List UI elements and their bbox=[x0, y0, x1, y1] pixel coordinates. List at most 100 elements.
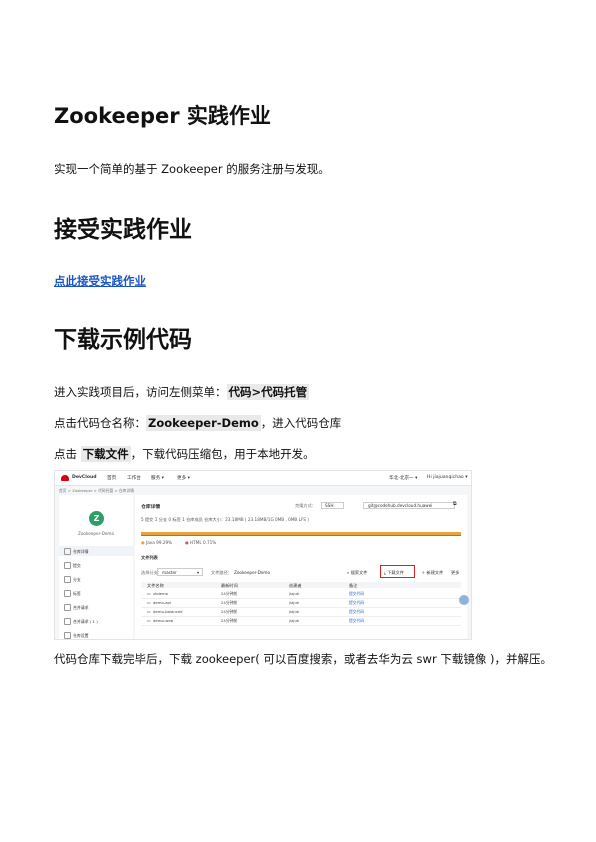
file-time: 24分钟前 bbox=[221, 591, 238, 596]
file-creator: jiajuh bbox=[289, 591, 300, 596]
sidebar-item-label: 合并请求 ( 1 ) bbox=[73, 619, 98, 624]
language-html-label: HTML 0.71% bbox=[190, 540, 217, 545]
step-2-highlight: Zookeeper-Demo bbox=[146, 415, 261, 431]
branch-icon bbox=[64, 576, 71, 583]
step-1-text: 进入实践项目后，访问左侧菜单： bbox=[54, 385, 227, 399]
screenshot-main: 仓库详情 克隆方式： SSH git@codehub.devcloud.huaw… bbox=[135, 495, 467, 639]
file-note[interactable]: 提交代码 bbox=[349, 600, 364, 606]
huawei-logo-icon bbox=[61, 475, 69, 481]
branch-value: master bbox=[162, 570, 177, 575]
download-file-label: 下载文件 bbox=[387, 570, 404, 575]
accept-assignment-link[interactable]: 点此接受实践作业 bbox=[54, 273, 146, 289]
commit-icon bbox=[64, 562, 71, 569]
clone-label: 克隆方式： bbox=[295, 503, 316, 508]
more-button[interactable]: 更多 bbox=[451, 570, 459, 576]
file-creator: jiajuh bbox=[289, 609, 300, 614]
clone-url-input[interactable]: git@codehub.devcloud.huawei bbox=[363, 502, 455, 509]
nav-item-workbench[interactable]: 工作台 bbox=[127, 475, 141, 481]
table-row[interactable]: ▭ demo-web 24分钟前 jiajuh 提交代码 bbox=[141, 616, 461, 626]
sidebar-item-tags[interactable]: 标签 bbox=[64, 590, 81, 597]
merge-icon bbox=[64, 604, 71, 611]
file-list-title: 文件列表 bbox=[141, 555, 158, 560]
breadcrumb: 首页 > Zookeeper > 代码托管 > 仓库详情 bbox=[59, 488, 135, 493]
download-heading: 下载示例代码 bbox=[54, 327, 192, 353]
file-note[interactable]: 提交代码 bbox=[349, 618, 364, 624]
tag-icon bbox=[64, 590, 71, 597]
step-1-paragraph: 进入实践项目后，访问左侧菜单： 代码>代码托管 bbox=[54, 384, 310, 400]
new-file-button[interactable]: ＋ 新建文件 bbox=[421, 570, 443, 576]
folder-icon: ▭ bbox=[147, 609, 151, 614]
file-name[interactable]: demo-web bbox=[153, 618, 173, 623]
sidebar-item-label: 提交 bbox=[73, 563, 81, 568]
download-file-button[interactable]: ⤓ 下载文件 bbox=[384, 570, 404, 576]
nav-item-more[interactable]: 更多 ▾ bbox=[177, 475, 190, 481]
sidebar-item-settings[interactable]: 仓库设置 bbox=[64, 632, 89, 639]
file-note[interactable]: 提交代码 bbox=[349, 591, 364, 597]
devcloud-screenshot: DevCloud 首页 工作台 服务 ▾ 更多 ▾ 华北-北京一 ▾ Hi ji… bbox=[54, 470, 472, 640]
screenshot-topbar: DevCloud 首页 工作台 服务 ▾ 更多 ▾ 华北-北京一 ▾ Hi ji… bbox=[55, 471, 471, 486]
folder-icon: ▭ bbox=[147, 591, 151, 596]
sidebar-item-label: 合并请求 bbox=[73, 605, 89, 610]
chevron-down-icon: ▾ bbox=[197, 570, 200, 575]
sidebar-item-repo-detail[interactable]: 仓库详情 bbox=[64, 548, 89, 555]
document-page: Zookeeper 实践作业 实现一个简单的基于 Zookeeper 的服务注册… bbox=[0, 0, 596, 842]
search-icon: ⌕ bbox=[347, 570, 350, 575]
file-creator: jiajuh bbox=[289, 600, 300, 605]
step-2-paragraph: 点击代码仓名称： Zookeeper-Demo ，进入代码仓库 bbox=[54, 415, 341, 431]
main-title: 仓库详情 bbox=[141, 505, 161, 510]
folder-icon: ▭ bbox=[147, 600, 151, 605]
merge-request-icon bbox=[64, 618, 71, 625]
step-3-highlight: 下载文件 bbox=[80, 446, 131, 462]
file-time: 24分钟前 bbox=[221, 600, 238, 605]
nav-item-home[interactable]: 首页 bbox=[107, 475, 116, 481]
copy-icon[interactable]: ⧉ bbox=[453, 501, 457, 507]
brand-label: DevCloud bbox=[72, 475, 97, 480]
sidebar-item-branches[interactable]: 分支 bbox=[64, 576, 81, 583]
step-3-paragraph: 点击 下载文件 ，下载代码压缩包，用于本地开发。 bbox=[54, 446, 315, 462]
sidebar-item-commits[interactable]: 提交 bbox=[64, 562, 81, 569]
download-icon: ⤓ bbox=[384, 570, 386, 575]
file-name[interactable]: demo-balanced bbox=[153, 609, 183, 614]
language-bar-html bbox=[141, 535, 461, 536]
step-3-text: 点击 bbox=[54, 447, 81, 461]
file-name[interactable]: demo-api bbox=[153, 600, 171, 605]
step-3-after: ，下载代码压缩包，用于本地开发。 bbox=[130, 447, 315, 461]
new-file-label: 新建文件 bbox=[426, 570, 444, 575]
file-time: 24分钟前 bbox=[221, 609, 238, 614]
user-menu[interactable]: Hi jiajuanqichao ▾ bbox=[427, 475, 468, 480]
step-4-paragraph: 代码仓库下载完毕后，下载 zookeeper( 可以百度搜索，或者去华为云 sw… bbox=[54, 652, 552, 666]
language-java: ● Java 99.29% bbox=[141, 540, 173, 545]
repo-stats: 5 提交 1 分支 0 标签 1 仓库成员 仓库大小：23.18MB ( 23.… bbox=[141, 517, 309, 522]
table-header: 文件名称 最新时间 创建者 备注 bbox=[141, 582, 461, 588]
repo-avatar: Z bbox=[89, 511, 104, 526]
path-value: Zookeeper-Demo bbox=[234, 570, 271, 575]
branch-select[interactable]: master ▾ bbox=[157, 568, 203, 576]
step-2-after: ，进入代码仓库 bbox=[260, 416, 342, 430]
folder-icon: ▭ bbox=[147, 618, 151, 623]
nav-item-services[interactable]: 服务 ▾ bbox=[151, 475, 164, 481]
gear-icon bbox=[64, 632, 71, 639]
accept-heading: 接受实践作业 bbox=[54, 217, 192, 243]
region-selector[interactable]: 华北-北京一 ▾ bbox=[389, 475, 417, 481]
sidebar-item-label: 仓库设置 bbox=[73, 633, 89, 638]
file-creator: jiajuh bbox=[289, 618, 300, 623]
sidebar-item-merge[interactable]: 合并请求 bbox=[64, 604, 89, 611]
sidebar-item-merge-requests[interactable]: 合并请求 ( 1 ) bbox=[64, 618, 98, 625]
language-html: ● HTML 0.71% bbox=[185, 540, 217, 545]
step-1-highlight: 代码>代码托管 bbox=[226, 384, 310, 400]
sidebar-item-label: 仓库详情 bbox=[73, 549, 89, 554]
search-file-label: 搜索文件 bbox=[350, 570, 368, 575]
screenshot-sidebar: Z Zookeeper-Demo 仓库详情 提交 分支 标签 合并请求 合并请求… bbox=[59, 495, 133, 639]
file-time: 24分钟前 bbox=[221, 618, 238, 623]
sidebar-item-label: 分支 bbox=[73, 577, 81, 582]
path-label: 文件路径： bbox=[211, 570, 232, 575]
file-note[interactable]: 提交代码 bbox=[349, 609, 364, 615]
clone-type-select[interactable]: SSH bbox=[321, 502, 345, 509]
home-icon bbox=[64, 548, 71, 555]
title-heading: Zookeeper 实践作业 bbox=[54, 104, 271, 128]
search-file-button[interactable]: ⌕ 搜索文件 bbox=[347, 570, 367, 576]
file-name[interactable]: zkdemo bbox=[153, 591, 168, 596]
language-java-label: Java 99.29% bbox=[146, 540, 173, 545]
repo-name: Zookeeper-Demo bbox=[77, 531, 115, 536]
feedback-icon[interactable] bbox=[459, 595, 469, 605]
